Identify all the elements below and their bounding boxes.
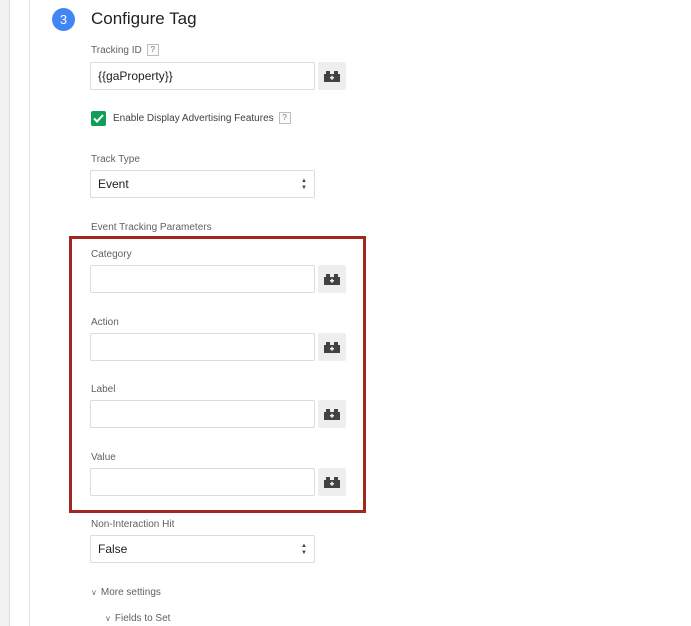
action-label: Action — [91, 317, 119, 328]
value-field-label: Value — [91, 452, 116, 463]
display-advertising-label-row: Enable Display Advertising Features? — [113, 112, 291, 126]
track-type-label: Track Type — [91, 154, 140, 165]
more-settings-label: More settings — [100, 587, 161, 598]
fields-to-set-toggle[interactable]: ∨ Fields to Set — [105, 612, 170, 626]
display-advertising-label: Enable Display Advertising Features — [113, 113, 274, 124]
tracking-id-label-row: Tracking ID? — [91, 44, 159, 58]
tracking-id-label: Tracking ID — [91, 45, 142, 56]
lego-brick-icon — [324, 273, 340, 285]
select-arrows-icon: ▲ ▼ — [301, 178, 307, 191]
checkmark-icon — [93, 114, 104, 123]
category-label: Category — [91, 249, 132, 260]
label-variable-button[interactable] — [318, 400, 346, 428]
tracking-id-variable-button[interactable] — [318, 62, 346, 90]
display-advertising-checkbox[interactable] — [91, 111, 106, 126]
label-field-label: Label — [91, 384, 116, 395]
action-variable-button[interactable] — [318, 333, 346, 361]
help-icon[interactable]: ? — [278, 112, 291, 124]
step-number-badge: 3 — [52, 8, 75, 31]
value-variable-button[interactable] — [318, 468, 346, 496]
help-icon[interactable]: ? — [146, 44, 159, 56]
divider-line — [29, 0, 30, 626]
non-interaction-selected: False — [98, 542, 128, 556]
label-input[interactable] — [90, 400, 315, 428]
tracking-id-input[interactable]: {{gaProperty}} — [90, 62, 315, 90]
non-interaction-label: Non-Interaction Hit — [91, 519, 175, 530]
lego-brick-icon — [324, 408, 340, 420]
value-input[interactable] — [90, 468, 315, 496]
event-params-heading: Event Tracking Parameters — [91, 222, 212, 233]
lego-brick-icon — [324, 70, 340, 82]
chevron-down-icon: ∨ — [91, 588, 97, 597]
chevron-down-icon: ∨ — [105, 614, 111, 623]
track-type-select[interactable]: Event ▲ ▼ — [90, 170, 315, 198]
category-input[interactable] — [90, 265, 315, 293]
action-input[interactable] — [90, 333, 315, 361]
more-settings-toggle[interactable]: ∨ More settings — [91, 586, 161, 600]
track-type-selected: Event — [98, 177, 129, 191]
fields-to-set-label: Fields to Set — [114, 613, 171, 624]
lego-brick-icon — [324, 476, 340, 488]
non-interaction-select[interactable]: False ▲ ▼ — [90, 535, 315, 563]
left-sidebar-strip — [0, 0, 10, 626]
select-arrows-icon: ▲ ▼ — [301, 543, 307, 556]
section-title: Configure Tag — [91, 9, 197, 28]
category-variable-button[interactable] — [318, 265, 346, 293]
lego-brick-icon — [324, 341, 340, 353]
